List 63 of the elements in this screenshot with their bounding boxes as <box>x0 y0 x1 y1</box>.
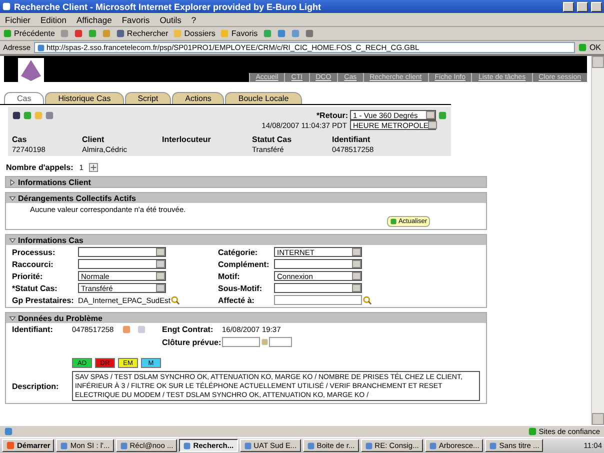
field-label: Motif: <box>218 272 241 280</box>
field-label: Gp Prestataires: <box>12 296 75 304</box>
field-label: Priorité: <box>12 272 44 280</box>
field-label: Sous-Motif: <box>218 284 263 292</box>
maximize-button[interactable] <box>577 2 588 12</box>
field-label: Clôture prévue: <box>162 338 222 346</box>
go-button[interactable]: OK <box>578 43 601 52</box>
field-label: *Statut Cas: <box>12 284 58 292</box>
input-field[interactable] <box>274 295 362 305</box>
toolbar-button[interactable]: Rechercher <box>116 29 168 38</box>
toolbar-button[interactable]: Précédente <box>3 29 55 38</box>
section-header[interactable]: Informations Cas <box>6 235 486 245</box>
field-label: Complément: <box>218 260 270 268</box>
menu-item[interactable]: ? <box>191 14 196 24</box>
add-icon[interactable] <box>89 163 98 172</box>
tab[interactable]: Actions <box>172 92 224 104</box>
minimize-button[interactable] <box>563 2 574 12</box>
column-header: Identifiant <box>332 135 372 144</box>
collapse-icon[interactable] <box>9 236 16 244</box>
menu-item[interactable]: Fichier <box>5 14 31 24</box>
toolbar-button[interactable]: Dossiers <box>173 29 216 38</box>
menu-item[interactable]: Outils <box>160 14 182 24</box>
column-header: Statut Cas <box>252 135 293 144</box>
column-header: Cas <box>12 135 28 144</box>
field-label: Raccourci: <box>12 260 54 268</box>
field-label: Catégorie: <box>218 248 259 256</box>
select-field[interactable] <box>78 259 166 269</box>
field-label: Description: <box>12 382 60 390</box>
menu-item[interactable]: Affichage <box>76 14 112 24</box>
tab[interactable]: Historique Cas <box>45 92 124 104</box>
retour-label: *Retour: <box>316 110 348 120</box>
field-label: Affecté à: <box>218 296 256 304</box>
column-header: Client <box>82 135 106 144</box>
calls-label: Nombre d'appels: <box>6 163 74 172</box>
section-title: Informations Client <box>18 178 91 186</box>
collapse-icon[interactable] <box>9 194 16 202</box>
section-title: Données du Problème <box>18 314 102 322</box>
field-label: Identifiant: <box>12 325 54 334</box>
select-field[interactable] <box>274 259 362 269</box>
scrollbar[interactable] <box>591 56 604 425</box>
section-header[interactable]: Données du Problème <box>6 313 486 323</box>
tab[interactable]: Cas <box>4 92 44 104</box>
time-field[interactable] <box>269 337 292 347</box>
field-label: Engt Contrat: <box>162 325 214 334</box>
toolbar-button[interactable]: Favoris <box>220 29 258 38</box>
select-field[interactable] <box>78 247 166 257</box>
tab[interactable]: Boucle Locale <box>225 92 302 104</box>
field-label: Processus: <box>12 248 56 256</box>
column-header: Interlocuteur <box>162 135 212 144</box>
select-field[interactable] <box>274 283 362 293</box>
logo-icon <box>18 58 44 82</box>
collapse-icon[interactable] <box>9 314 16 322</box>
menu-item[interactable]: Favoris <box>122 14 150 24</box>
section-header[interactable]: Dérangements Collectifs Actifs <box>6 193 486 203</box>
menu-item[interactable]: Edition <box>40 14 67 24</box>
close-button[interactable] <box>591 2 602 12</box>
window-title: Recherche Client - Microsoft Internet Explorer provided by E-Buro Light <box>14 2 322 12</box>
section-title: Informations Cas <box>18 236 84 244</box>
section-title: Dérangements Collectifs Actifs <box>18 194 136 202</box>
tab[interactable]: Script <box>124 92 172 104</box>
date-field[interactable] <box>222 337 260 347</box>
expand-icon[interactable] <box>9 178 16 186</box>
section-header[interactable]: Informations Client <box>6 177 486 187</box>
